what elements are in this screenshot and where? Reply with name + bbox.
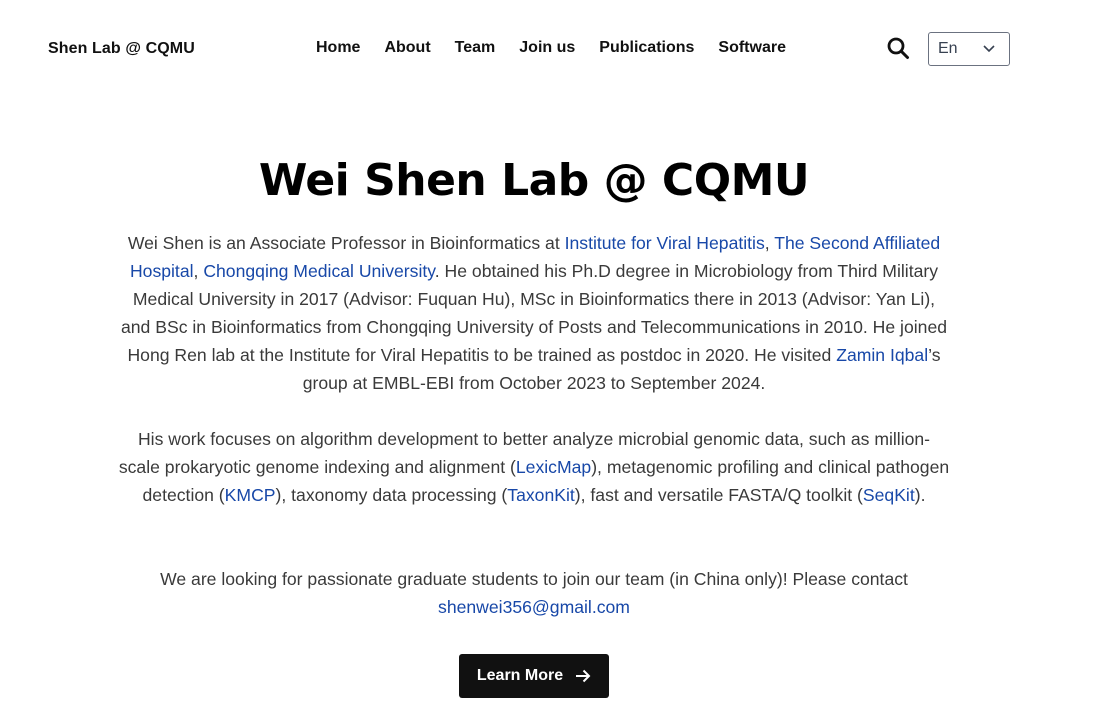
page-title: Wei Shen Lab @ CQMU [258, 155, 810, 206]
top-navbar: Shen Lab @ CQMU Home About Team Join us … [0, 0, 1100, 98]
bio-text: , [193, 261, 204, 281]
nav-software[interactable]: Software [718, 39, 786, 57]
bio-paragraph-recruiting: We are looking for passionate graduate s… [118, 565, 950, 621]
bio-paragraph-research: His work focuses on algorithm developmen… [118, 425, 950, 509]
brand-link[interactable]: Shen Lab @ CQMU [48, 40, 195, 58]
link-kmcp[interactable]: KMCP [225, 485, 276, 505]
search-button[interactable] [886, 36, 910, 60]
language-select[interactable]: En [928, 32, 1010, 66]
nav-team[interactable]: Team [455, 39, 496, 57]
bio-paragraph-intro: Wei Shen is an Associate Professor in Bi… [118, 229, 950, 397]
link-lexicmap[interactable]: LexicMap [516, 457, 591, 477]
link-zamin-iqbal[interactable]: Zamin Iqbal [836, 345, 928, 365]
bio-text: Wei Shen is an Associate Professor in Bi… [127, 233, 565, 253]
link-taxonkit[interactable]: TaxonKit [507, 485, 574, 505]
link-seqkit[interactable]: SeqKit [863, 485, 915, 505]
arrow-right-icon [576, 669, 591, 683]
learn-more-label: Learn More [476, 667, 564, 684]
link-chongqing-medical-university[interactable]: Chongqing Medical University [203, 261, 434, 281]
nav-publications[interactable]: Publications [599, 39, 694, 57]
bio-text: ). [914, 485, 926, 505]
bio-text: ), taxonomy data processing ( [275, 485, 508, 505]
bio-text: We are looking for passionate graduate s… [160, 569, 908, 589]
chevron-down-icon [983, 45, 995, 53]
nav-join-us[interactable]: Join us [519, 39, 575, 57]
nav-about[interactable]: About [384, 39, 430, 57]
bio-text: ), fast and versatile FASTA/Q toolkit ( [574, 485, 863, 505]
main-nav: Home About Team Join us Publications Sof… [316, 39, 810, 57]
language-value: En [938, 40, 958, 57]
search-icon [887, 37, 909, 59]
bio-text: , [764, 233, 775, 253]
link-institute-viral-hepatitis[interactable]: Institute for Viral Hepatitis [565, 233, 765, 253]
learn-more-button[interactable]: Learn More [459, 654, 609, 698]
nav-home[interactable]: Home [316, 39, 360, 57]
email-link[interactable]: shenwei356@gmail.com [438, 597, 630, 617]
